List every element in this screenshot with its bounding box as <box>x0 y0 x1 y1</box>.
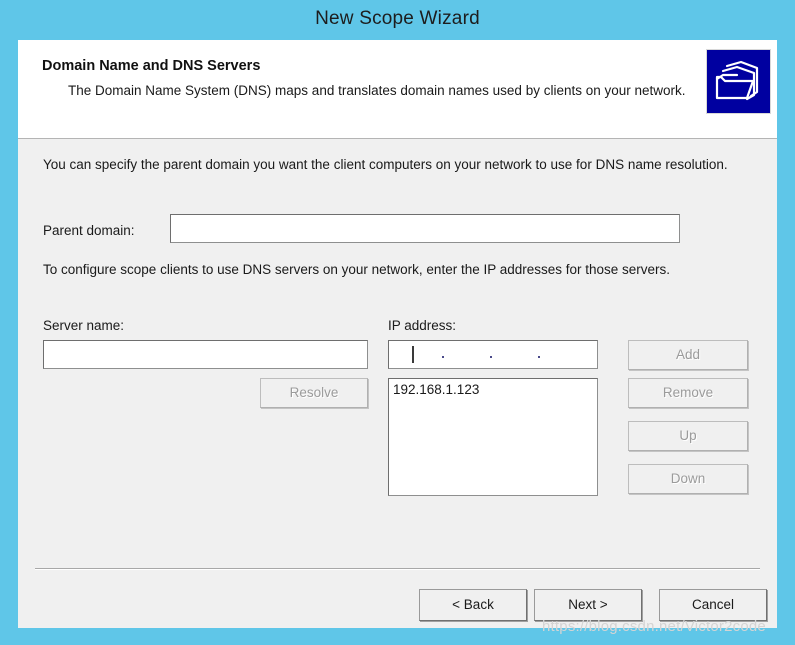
page-title: Domain Name and DNS Servers <box>42 58 261 74</box>
parent-domain-input[interactable] <box>170 214 680 243</box>
next-button[interactable]: Next > <box>534 589 642 621</box>
ip-address-listbox[interactable]: 192.168.1.123 <box>388 378 598 496</box>
list-item[interactable]: 192.168.1.123 <box>389 379 597 397</box>
ip-address-label: IP address: <box>388 318 457 333</box>
intro-paragraph-2: To configure scope clients to use DNS se… <box>43 262 671 277</box>
down-button[interactable]: Down <box>628 464 748 494</box>
dns-folder-stack-icon <box>706 49 771 114</box>
parent-domain-label: Parent domain: <box>43 223 135 238</box>
up-button[interactable]: Up <box>628 421 748 451</box>
cancel-button[interactable]: Cancel <box>659 589 767 621</box>
ip-separator-dot <box>538 356 540 358</box>
server-name-input[interactable] <box>43 340 368 369</box>
ip-separator-dot <box>490 356 492 358</box>
wizard-header: Domain Name and DNS Servers The Domain N… <box>18 40 777 139</box>
dialog-surface: Domain Name and DNS Servers The Domain N… <box>18 40 777 628</box>
wizard-footer: < Back Next > Cancel <box>18 570 777 628</box>
back-button[interactable]: < Back <box>419 589 527 621</box>
ip-separator-dot <box>442 356 444 358</box>
intro-paragraph-1: You can specify the parent domain you wa… <box>43 157 728 172</box>
text-caret <box>412 346 414 363</box>
page-description: The Domain Name System (DNS) maps and tr… <box>68 83 686 98</box>
remove-button[interactable]: Remove <box>628 378 748 408</box>
resolve-button[interactable]: Resolve <box>260 378 368 408</box>
server-name-label: Server name: <box>43 318 125 333</box>
wizard-window: New Scope Wizard Domain Name and DNS Ser… <box>0 0 795 645</box>
ip-address-input[interactable] <box>388 340 598 369</box>
add-button[interactable]: Add <box>628 340 748 370</box>
window-title: New Scope Wizard <box>315 8 480 29</box>
title-bar: New Scope Wizard <box>0 0 795 40</box>
wizard-body: You can specify the parent domain you wa… <box>18 140 777 568</box>
